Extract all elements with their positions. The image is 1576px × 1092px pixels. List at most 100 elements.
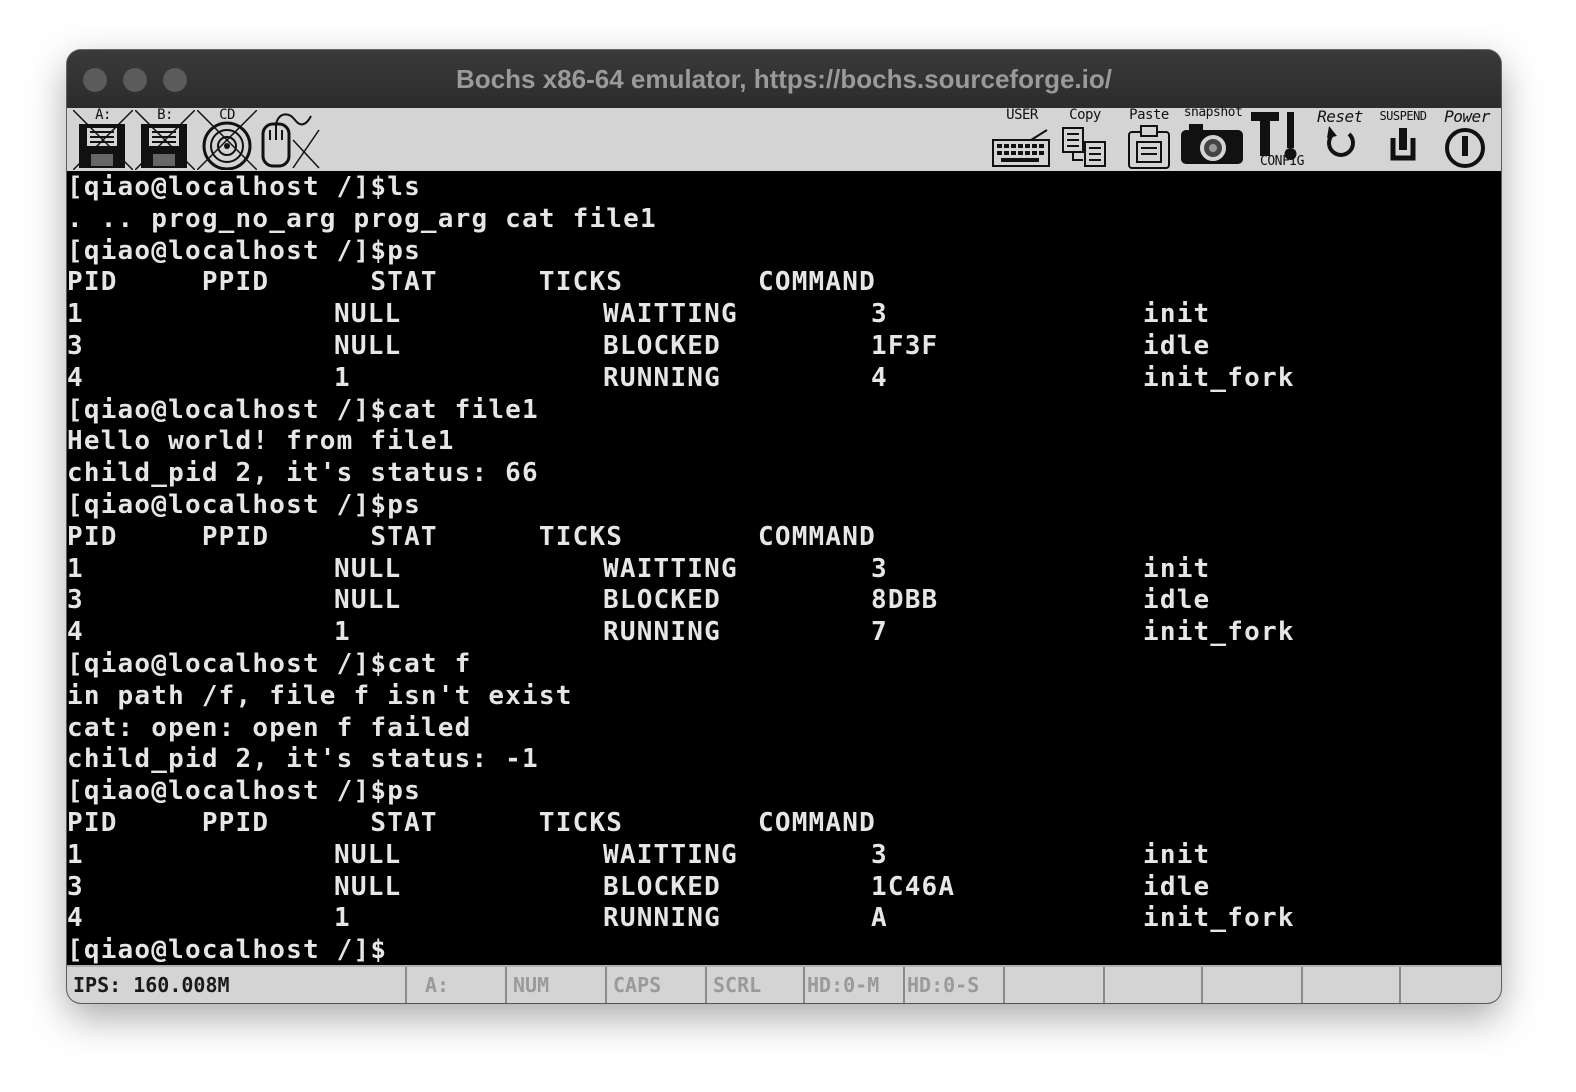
ps-command-cell: init: [1143, 299, 1211, 330]
ps-ticks-cell: 4: [871, 362, 888, 393]
status-slot-empty: [1203, 967, 1303, 1003]
ps-pid-cell: 4: [67, 362, 84, 393]
ps-pid-cell: 1: [67, 553, 84, 584]
terminal-line: PID PPID STAT TICKS COMMAND: [67, 808, 876, 838]
ps-command-cell: init_fork: [1143, 617, 1295, 648]
ps-stat-cell: BLOCKED: [603, 585, 721, 616]
ps-pid-cell: 4: [67, 617, 84, 648]
ps-stat-cell: RUNNING: [603, 617, 721, 648]
power-icon: [1445, 128, 1485, 168]
mouse-icon: [261, 113, 320, 169]
copy-button[interactable]: Copy: [1057, 107, 1113, 170]
config-label: CONFIG: [1260, 154, 1304, 169]
terminal-line: cat: open: open f failed: [67, 712, 472, 743]
paste-icon: [1128, 125, 1170, 169]
reset-button[interactable]: Reset: [1309, 107, 1371, 170]
ps-pid-cell: 1: [67, 839, 84, 870]
terminal-line: [qiao@localhost /]$: [67, 935, 388, 965]
bochs-toolbar: A: B: CD USER Copy Paste snapshot CONFIG…: [67, 105, 1501, 171]
bochs-window: Bochs x86-64 emulator, https://bochs.sou…: [67, 50, 1501, 1003]
ps-ppid-cell: 1: [334, 362, 351, 393]
terminal-line: child_pid 2, it's status: 66: [67, 458, 539, 489]
ps-ppid-cell: 1: [334, 617, 351, 648]
floppy-b-button[interactable]: B:: [135, 107, 195, 170]
floppy-a-button[interactable]: A:: [73, 107, 133, 170]
terminal-line: PID PPID STAT TICKS COMMAND: [67, 267, 876, 298]
suspend-button[interactable]: SUSPEND: [1371, 109, 1435, 170]
ps-ppid-cell: NULL: [334, 299, 402, 330]
user-button[interactable]: USER: [991, 107, 1053, 170]
ps-ppid-cell: NULL: [334, 331, 402, 361]
suspend-icon: [1390, 128, 1416, 161]
ps-ticks-cell: 7: [871, 617, 888, 648]
ps-stat-cell: RUNNING: [603, 362, 721, 393]
hd0-slave-indicator: HD:0-S: [905, 967, 1005, 1003]
ps-pid-cell: 3: [67, 585, 84, 616]
power-button[interactable]: Power: [1435, 107, 1499, 170]
ps-ppid-cell: NULL: [334, 839, 402, 870]
copy-icon: [1062, 127, 1106, 167]
scroll-lock-indicator: SCRL: [707, 967, 805, 1003]
ps-ticks-cell: A: [871, 903, 888, 934]
vga-terminal-screen[interactable]: [qiao@localhost /]$ls. .. prog_no_arg pr…: [67, 171, 1501, 965]
terminal-line: [qiao@localhost /]$cat file1: [67, 394, 539, 425]
config-button[interactable]: CONFIG: [1249, 110, 1309, 170]
ps-stat-cell: BLOCKED: [603, 331, 721, 361]
ips-indicator: IPS: 160.008M: [67, 967, 407, 1003]
camera-icon: [1181, 124, 1243, 164]
ps-ticks-cell: 3: [871, 299, 888, 330]
ps-ppid-cell: NULL: [334, 871, 402, 902]
hd0-master-indicator: HD:0-M: [805, 967, 905, 1003]
ps-pid-cell: 3: [67, 871, 84, 902]
reset-icon: [1327, 126, 1355, 157]
terminal-line: [qiao@localhost /]$ls: [67, 172, 421, 202]
ps-stat-cell: RUNNING: [603, 903, 721, 934]
ps-ticks-cell: 8DBB: [871, 585, 939, 616]
cdrom-button[interactable]: CD: [197, 107, 257, 170]
status-slot-empty: [1401, 967, 1501, 1003]
ps-pid-cell: 1: [67, 299, 84, 330]
status-slot-empty: [1105, 967, 1203, 1003]
status-slot-empty: [1005, 967, 1105, 1003]
terminal-line: [qiao@localhost /]$ps: [67, 776, 421, 807]
keyboard-icon: [992, 129, 1050, 167]
ps-command-cell: idle: [1143, 331, 1211, 361]
ps-ticks-cell: 1C46A: [871, 871, 956, 902]
num-lock-indicator: NUM: [507, 967, 607, 1003]
paste-button[interactable]: Paste: [1121, 107, 1177, 170]
terminal-line: Hello world! from file1: [67, 426, 455, 457]
ps-ticks-cell: 1F3F: [871, 331, 939, 361]
ps-command-cell: init_fork: [1143, 903, 1295, 934]
ps-stat-cell: WAITTING: [603, 299, 738, 330]
ps-stat-cell: WAITTING: [603, 553, 738, 584]
ps-command-cell: idle: [1143, 585, 1211, 616]
ps-command-cell: init: [1143, 553, 1211, 584]
terminal-line: . .. prog_no_arg prog_arg cat file1: [67, 203, 657, 234]
window-title: Bochs x86-64 emulator, https://bochs.sou…: [456, 64, 1112, 94]
cdrom-label: CD: [219, 107, 235, 123]
terminal-line: child_pid 2, it's status: -1: [67, 744, 539, 775]
terminal-line: PID PPID STAT TICKS COMMAND: [67, 521, 876, 552]
ps-pid-cell: 4: [67, 903, 84, 934]
terminal-line: [qiao@localhost /]$ps: [67, 490, 421, 520]
ps-ppid-cell: 1: [334, 903, 351, 934]
status-slot-empty: [1303, 967, 1401, 1003]
floppy-a-label: A:: [95, 107, 111, 123]
terminal-line: [qiao@localhost /]$ps: [67, 235, 421, 266]
ps-stat-cell: BLOCKED: [603, 871, 721, 902]
ps-ppid-cell: NULL: [334, 553, 402, 584]
ps-pid-cell: 3: [67, 331, 84, 361]
terminal-line: in path /f, file f isn't exist: [67, 680, 573, 711]
caps-lock-indicator: CAPS: [607, 967, 707, 1003]
ps-ticks-cell: 3: [871, 839, 888, 870]
ps-command-cell: idle: [1143, 871, 1211, 902]
mouse-button[interactable]: [259, 110, 321, 170]
terminal-line: [qiao@localhost /]$cat f: [67, 649, 472, 679]
ps-ppid-cell: NULL: [334, 585, 402, 616]
title-bar[interactable]: Bochs x86-64 emulator, https://bochs.sou…: [67, 50, 1501, 109]
snapshot-button[interactable]: snapshot: [1179, 105, 1247, 170]
ps-command-cell: init: [1143, 839, 1211, 870]
floppy-b-label: B:: [157, 107, 173, 123]
ps-command-cell: init_fork: [1143, 362, 1295, 393]
ps-ticks-cell: 3: [871, 553, 888, 584]
